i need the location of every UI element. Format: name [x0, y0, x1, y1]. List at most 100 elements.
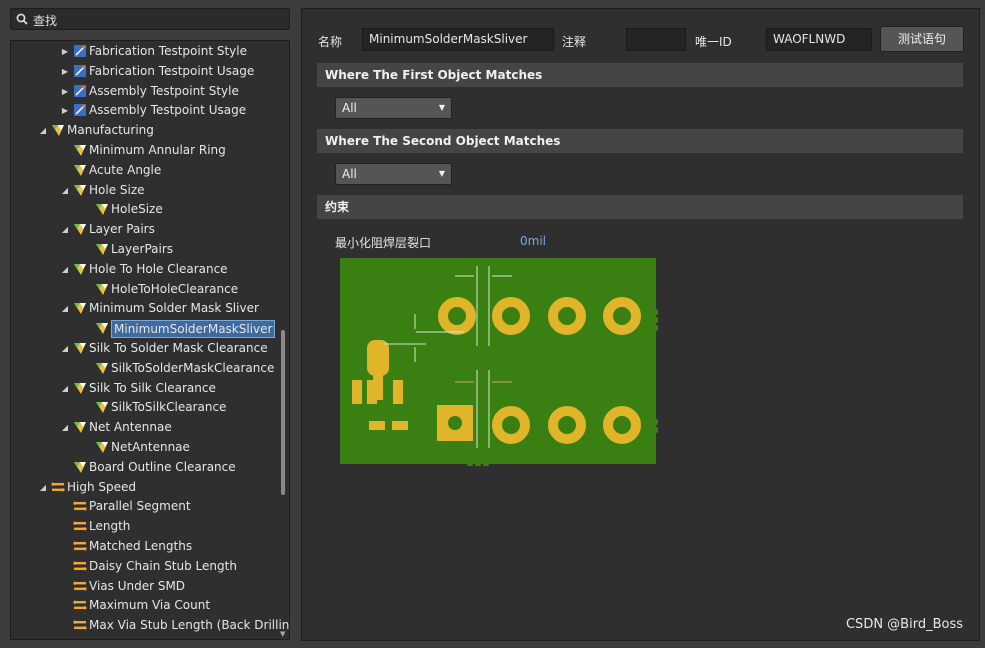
tree-item-label: High Speed	[67, 479, 137, 494]
tree-item-label: Silk To Silk Clearance	[89, 380, 216, 395]
chevron-down-icon: ▼	[438, 169, 445, 178]
tree-item-label: Net Antennae	[89, 420, 172, 435]
tree-item-label: SilkToSolderMaskClearance	[111, 360, 275, 375]
tree-item[interactable]: NetAntennae	[11, 438, 289, 458]
expanded-arrow-icon[interactable]: ◢	[61, 384, 69, 394]
manufacturing-icon	[73, 222, 87, 236]
solder-mask-sliver-diagram	[340, 258, 658, 466]
tree-item[interactable]: SilkToSilkClearance	[11, 398, 289, 418]
scroll-down-arrow-icon[interactable]: ▼	[280, 630, 285, 638]
tree-item-label: SilkToSilkClearance	[111, 400, 227, 415]
expanded-arrow-icon[interactable]: ◢	[61, 186, 69, 196]
testpoint-icon	[73, 44, 87, 58]
high-speed-icon	[51, 480, 65, 494]
tree-item-label: Board Outline Clearance	[89, 459, 236, 474]
test-query-button[interactable]: 测试语句	[880, 26, 964, 52]
tree-item[interactable]: ▶ Assembly Testpoint Style	[11, 82, 289, 102]
high-speed-icon	[73, 539, 87, 553]
tree-item-label: HoleToHoleClearance	[111, 281, 239, 296]
tree-item[interactable]: MinimumSolderMaskSliver	[11, 319, 289, 339]
expanded-arrow-icon[interactable]: ◢	[61, 265, 69, 275]
expanded-arrow-icon[interactable]: ◢	[61, 423, 69, 433]
tree-item[interactable]: LayerPairs	[11, 240, 289, 260]
tree-item[interactable]: ◢ Silk To Silk Clearance	[11, 379, 289, 399]
manufacturing-icon	[73, 301, 87, 315]
tree-item-label: Parallel Segment	[89, 499, 191, 514]
manufacturing-icon	[73, 420, 87, 434]
search-box[interactable]: 查找	[10, 8, 290, 30]
tree-item[interactable]: SilkToSolderMaskClearance	[11, 359, 289, 379]
manufacturing-icon	[73, 183, 87, 197]
tree-item[interactable]: ▶ Assembly Testpoint Usage	[11, 101, 289, 121]
expanded-arrow-icon[interactable]: ◢	[61, 225, 69, 235]
comment-field[interactable]	[626, 28, 686, 51]
high-speed-icon	[73, 598, 87, 612]
tree-item[interactable]: ◢ Minimum Solder Mask Sliver	[11, 299, 289, 319]
manufacturing-icon	[73, 460, 87, 474]
tree-item[interactable]: Max Via Stub Length (Back Drilling	[11, 616, 289, 636]
tree-item[interactable]: Minimum Annular Ring	[11, 141, 289, 161]
unique-id-label: 唯一ID	[695, 35, 732, 49]
unique-id-field[interactable]: WAOFLNWD	[766, 28, 872, 51]
manufacturing-icon	[95, 282, 109, 296]
tree-item[interactable]: Length	[11, 517, 289, 537]
rules-tree-panel: 查找 ▶ Fabrication Testpoint Style ▶ Fabricat…	[0, 0, 296, 648]
tree-item-label: Minimum Annular Ring	[89, 143, 226, 157]
tree-item[interactable]: Board Outline Clearance	[11, 458, 289, 478]
tree-item[interactable]: ◢ Net Antennae	[11, 418, 289, 438]
manufacturing-icon	[95, 242, 109, 256]
collapsed-arrow-icon[interactable]: ▶	[61, 87, 69, 97]
name-label: 名称	[318, 35, 343, 49]
tree-item[interactable]: ◢ Hole Size	[11, 181, 289, 201]
first-object-select-value: All	[342, 101, 357, 115]
tree-item[interactable]: Daisy Chain Stub Length	[11, 557, 289, 577]
tree-item[interactable]: ◢ Layer Pairs	[11, 220, 289, 240]
tree-item-label: LayerPairs	[111, 242, 174, 256]
tree-item[interactable]: ◢ Manufacturing	[11, 121, 289, 141]
manufacturing-icon	[73, 143, 87, 157]
tree-item[interactable]: Matched Lengths	[11, 537, 289, 557]
expanded-arrow-icon[interactable]: ◢	[39, 483, 47, 493]
collapsed-arrow-icon[interactable]: ▶	[61, 47, 69, 57]
tree-item-label: Hole Size	[89, 182, 145, 197]
tree-item[interactable]: ▶ Fabrication Testpoint Usage	[11, 62, 289, 82]
search-label: 查找	[33, 14, 58, 28]
first-object-select[interactable]: All ▼	[335, 97, 452, 119]
collapsed-arrow-icon[interactable]: ▶	[61, 67, 69, 77]
tree-item[interactable]: Acute Angle	[11, 161, 289, 181]
tree-item[interactable]: HoleToHoleClearance	[11, 280, 289, 300]
second-object-select-value: All	[342, 167, 357, 181]
tree-item[interactable]: HoleSize	[11, 200, 289, 220]
tree-item-label: NetAntennae	[111, 440, 190, 454]
tree-item[interactable]: Parallel Segment	[11, 497, 289, 517]
name-field[interactable]: MinimumSolderMaskSliver	[362, 28, 554, 51]
tree-item[interactable]: ◢ Silk To Solder Mask Clearance	[11, 339, 289, 359]
tree-item[interactable]: ◢ Hole To Hole Clearance	[11, 260, 289, 280]
second-object-select[interactable]: All ▼	[335, 163, 452, 185]
chevron-down-icon: ▼	[438, 103, 445, 112]
high-speed-icon	[73, 499, 87, 513]
tree-item[interactable]: Vias Under SMD	[11, 577, 289, 597]
constraints-header: 约束	[317, 195, 963, 219]
manufacturing-icon	[95, 321, 109, 335]
expanded-arrow-icon[interactable]: ◢	[61, 304, 69, 314]
high-speed-icon	[73, 519, 87, 533]
manufacturing-icon	[73, 262, 87, 276]
expanded-arrow-icon[interactable]: ◢	[61, 344, 69, 354]
tree-item[interactable]: ▶ Fabrication Testpoint Style	[11, 42, 289, 62]
manufacturing-icon	[95, 361, 109, 375]
collapsed-arrow-icon[interactable]: ▶	[61, 106, 69, 116]
manufacturing-icon	[73, 163, 87, 177]
expanded-arrow-icon[interactable]: ◢	[39, 126, 47, 136]
tree-item-label: Daisy Chain Stub Length	[89, 558, 237, 573]
rules-tree[interactable]: ▶ Fabrication Testpoint Style ▶ Fabrication…	[10, 40, 290, 640]
tree-scrollbar-thumb[interactable]	[281, 330, 285, 495]
tree-item-label: Fabrication Testpoint Usage	[89, 63, 255, 78]
tree-item-label: Acute Angle	[89, 162, 162, 177]
min-solder-mask-sliver-value[interactable]: 0mil	[520, 234, 546, 248]
manufacturing-icon	[95, 440, 109, 454]
manufacturing-icon	[73, 381, 87, 395]
tree-item[interactable]: Maximum Via Count	[11, 596, 289, 616]
manufacturing-icon	[73, 341, 87, 355]
tree-item[interactable]: ◢ High Speed	[11, 478, 289, 498]
